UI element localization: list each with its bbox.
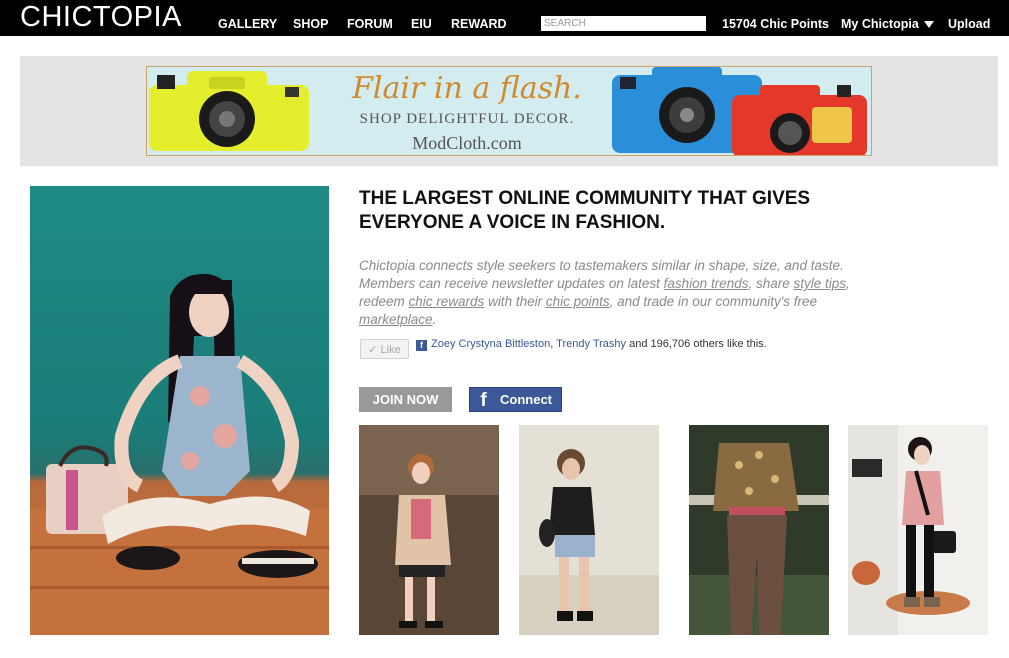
facebook-friend-link[interactable]: Zoey Crystyna Bittleston [431,338,550,350]
facebook-connect-button[interactable]: f Connect [469,387,562,412]
site-description: Chictopia connects style seekers to tast… [359,257,889,329]
ad-brand: ModCloth.com [412,133,522,153]
link-style-tips[interactable]: style tips [794,276,847,291]
look-photo-4 [848,425,988,635]
featured-member-illustration [30,273,329,635]
look-photo-3 [689,425,829,635]
page-headline: THE LARGEST ONLINE COMMUNITY THAT GIVES … [359,188,811,233]
nav-eiu[interactable]: EIU [411,17,432,31]
yellow-camera-image [149,71,309,151]
link-chic-points[interactable]: chic points [546,294,610,309]
facebook-like-count: and 196,706 others like this. [626,338,767,350]
ad-headline: Flair in a flash. [352,71,582,106]
ad-container: Flair in a flash. SHOP DELIGHTFUL DECOR.… [20,56,998,166]
nav-gallery[interactable]: GALLERY [218,17,277,31]
account-menu[interactable]: My Chictopia [841,17,934,31]
featured-member-photo[interactable] [30,186,329,635]
featured-look-thumbnail[interactable] [848,425,988,635]
featured-look-thumbnail[interactable] [359,425,499,635]
blue-red-cameras-image [612,67,867,155]
modcloth-banner-ad[interactable]: Flair in a flash. SHOP DELIGHTFUL DECOR.… [146,66,872,156]
facebook-icon: f [416,340,427,351]
facebook-like-button[interactable]: ✓ Like [360,339,409,359]
chic-points-link[interactable]: 15704 Chic Points [722,17,829,31]
join-now-button[interactable]: JOIN NOW [359,387,452,412]
featured-look-thumbnail[interactable] [689,425,829,635]
upload-link[interactable]: Upload [948,17,990,31]
desc-text-6: . [432,312,437,327]
desc-text-4: with their [484,294,546,309]
desc-text-2: , share [748,276,794,291]
site-logo[interactable]: CHICTOPIA [20,2,182,32]
link-fashion-trends[interactable]: fashion trends [664,276,749,291]
nav-forum[interactable]: FORUM [347,17,393,31]
desc-text-5: , and trade in our community's free [609,294,818,309]
ad-subline: SHOP DELIGHTFUL DECOR. [359,111,575,127]
look-photo-1 [359,425,499,635]
featured-look-thumbnail[interactable] [519,425,659,635]
facebook-friend-link[interactable]: Trendy Trashy [556,338,626,350]
top-navigation-bar: CHICTOPIA GALLERY SHOP FORUM EIU REWARD … [0,0,1009,36]
look-photo-2 [519,425,659,635]
facebook-icon: f [480,390,487,411]
account-menu-label: My Chictopia [841,17,919,31]
link-chic-rewards[interactable]: chic rewards [409,294,485,309]
nav-reward[interactable]: REWARD [451,17,507,31]
search-input[interactable] [541,16,706,31]
facebook-social-context: f Zoey Crystyna Bittleston, Trendy Trashy… [416,337,776,352]
link-marketplace[interactable]: marketplace [359,312,433,327]
nav-shop[interactable]: SHOP [293,17,328,31]
connect-label: Connect [500,392,552,407]
chevron-down-icon [923,21,934,29]
